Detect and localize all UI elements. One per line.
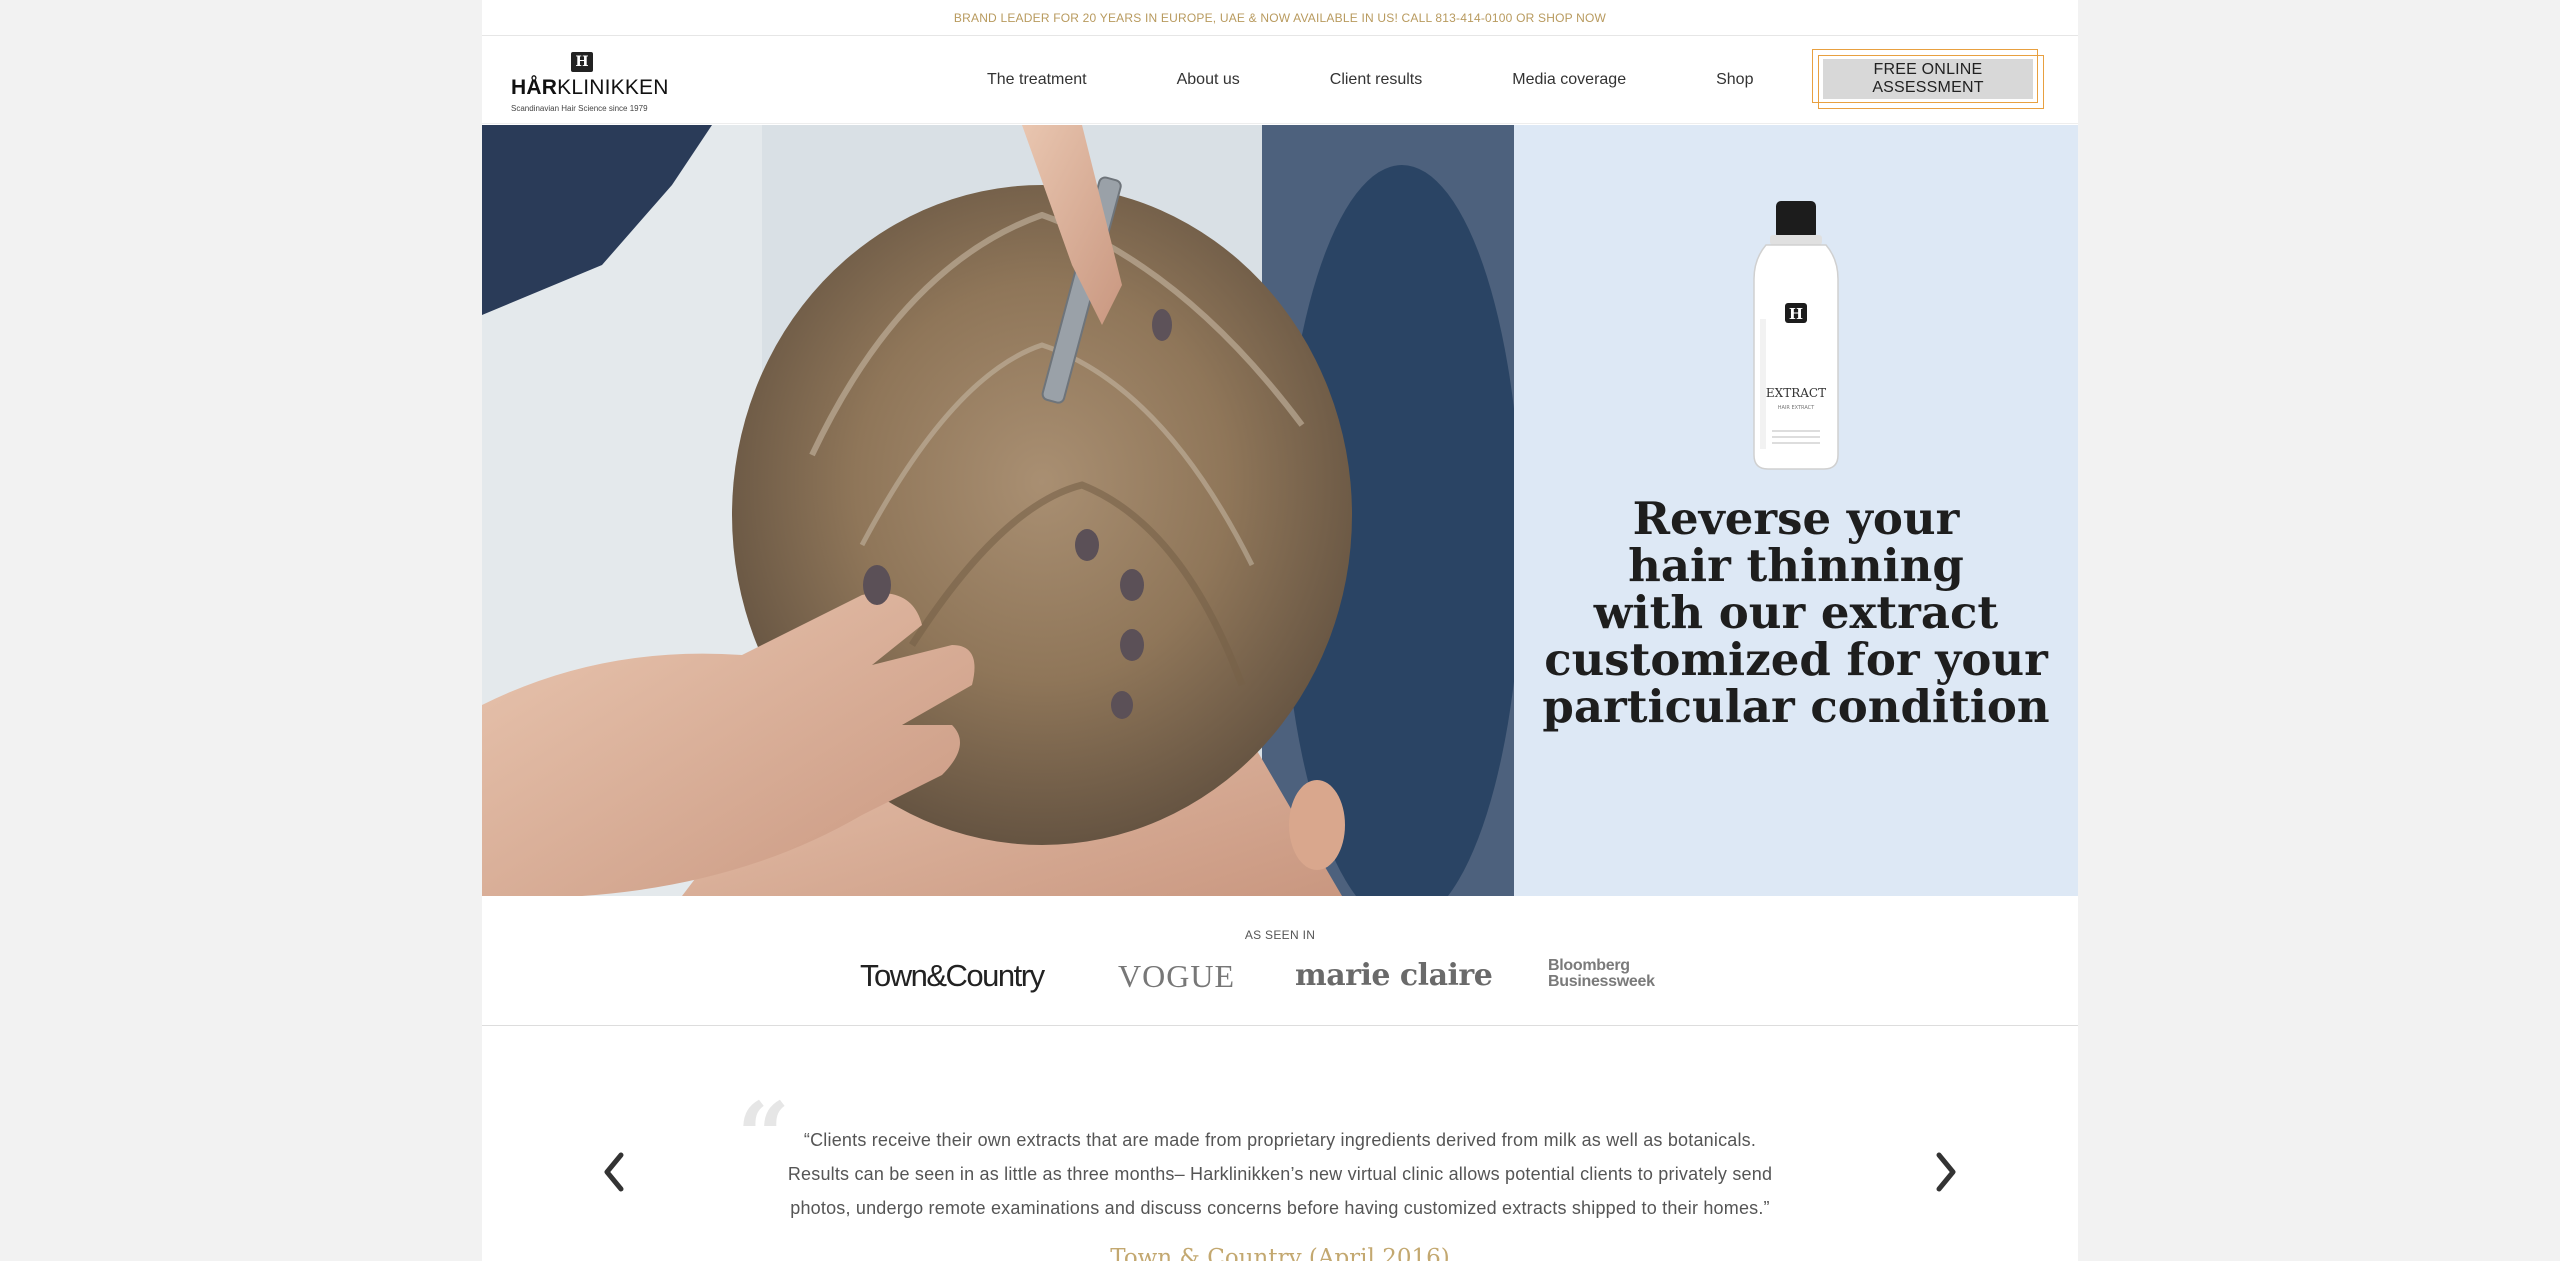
testimonial-quote: “Clients receive their own extracts that… [787, 1130, 1773, 1218]
hero-text-panel: H EXTRACT HAIR EXTRACT Reverse your hair… [1514, 125, 2078, 896]
headline-line: hair thinning [1628, 539, 1964, 592]
press-logo-bloomberg-businessweek[interactable]: Bloomberg Businessweek [1548, 958, 1655, 990]
headline-line: customized for your [1544, 633, 2048, 686]
announcement-bar[interactable]: BRAND LEADER FOR 20 YEARS IN EUROPE, UAE… [482, 0, 2078, 36]
logo-tagline: Scandinavian Hair Science since 1979 [511, 104, 648, 113]
cta-focus-wrapper: FREE ONLINE ASSESSMENT [1812, 49, 2044, 109]
nav-item-client-results[interactable]: Client results [1330, 71, 1422, 89]
extract-bottle-image: H EXTRACT HAIR EXTRACT [1753, 201, 1839, 470]
as-seen-in-title: AS SEEN IN [1244, 928, 1316, 942]
carousel-next-arrow-icon[interactable] [1931, 1147, 1961, 1197]
press-logo-marie-claire[interactable]: marie claire [1295, 958, 1493, 993]
main-nav: The treatment About us Client results Me… [987, 36, 1753, 124]
nav-item-about[interactable]: About us [1177, 71, 1240, 89]
press-logo-vogue[interactable]: VOGUE [1118, 958, 1235, 995]
hero-banner[interactable]: H EXTRACT HAIR EXTRACT Reverse your hair… [482, 125, 2078, 896]
bottle-sublabel: HAIR EXTRACT [1778, 405, 1815, 411]
page: BRAND LEADER FOR 20 YEARS IN EUROPE, UAE… [482, 0, 2078, 1261]
announcement-text[interactable]: BRAND LEADER FOR 20 YEARS IN EUROPE, UAE… [954, 11, 1606, 25]
bottle-badge: H [1789, 305, 1803, 323]
bottle-label: EXTRACT [1766, 386, 1826, 400]
hero-illustration [482, 125, 1514, 896]
hero-photo-hair-comb [482, 125, 1514, 896]
hero-headline: Reverse your hair thinning with our extr… [1514, 495, 2078, 730]
nav-item-shop[interactable]: Shop [1716, 71, 1753, 89]
headline-line: Reverse your [1632, 492, 1960, 545]
nav-item-media-coverage[interactable]: Media coverage [1512, 71, 1626, 89]
headline-line: with our extract [1593, 586, 1999, 639]
press-logo-town-country[interactable]: Town&Country [860, 958, 1045, 994]
logo-wordmark: HÅRKLINIKKEN [511, 76, 669, 99]
carousel-prev-arrow-icon[interactable] [599, 1147, 629, 1197]
press-logo-bloomberg-line1: Bloomberg [1548, 957, 1630, 974]
press-logo-bloomberg-line2: Businessweek [1548, 973, 1655, 990]
testimonial-carousel: “ “Clients receive their own extracts th… [482, 1027, 2078, 1261]
free-online-assessment-button[interactable]: FREE ONLINE ASSESSMENT [1823, 59, 2033, 99]
logo-badge: H [571, 52, 593, 72]
headline-line: particular condition [1542, 680, 2050, 733]
logo[interactable]: H HÅRKLINIKKEN Scandinavian Hair Science… [511, 50, 668, 113]
nav-item-treatment[interactable]: The treatment [987, 71, 1087, 89]
testimonial-source: Town & Country (April 2016) [1110, 1245, 1450, 1261]
as-seen-in-section: AS SEEN IN Town&Country VOGUE marie clai… [482, 896, 2078, 1026]
